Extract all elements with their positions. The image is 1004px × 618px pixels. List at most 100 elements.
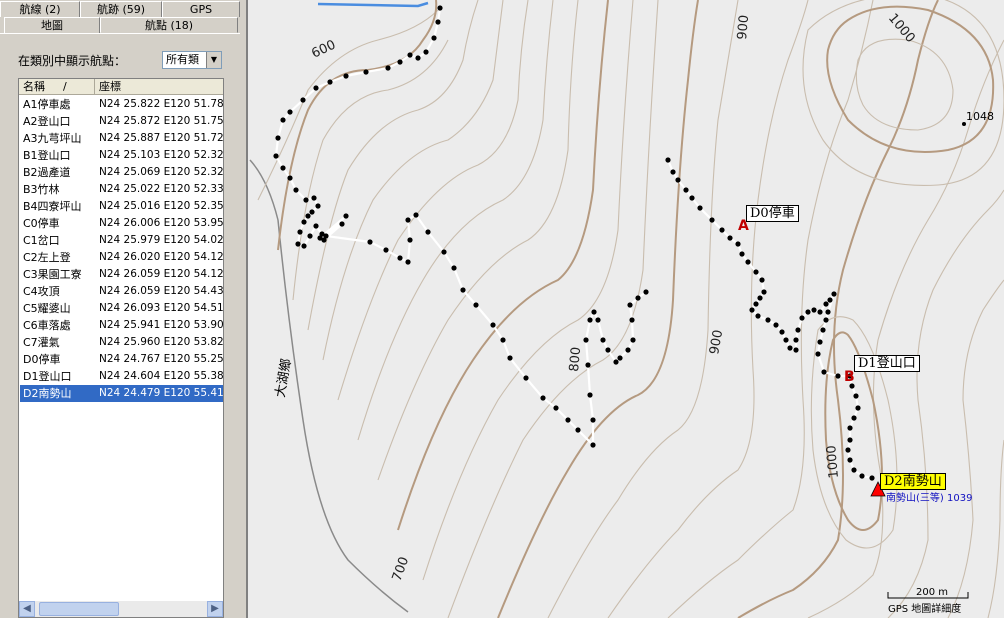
waypoint-name: C5耀婆山 xyxy=(23,302,71,315)
list-item[interactable]: C0停車 N24 26.006 E120 53.950 xyxy=(20,215,223,232)
tab-waypoints[interactable]: 航點 (18) xyxy=(100,17,238,33)
list-item[interactable]: C5耀婆山 N24 26.093 E120 54.510 xyxy=(20,300,223,317)
tab-divider xyxy=(0,33,240,34)
column-coordinate[interactable]: 座標 xyxy=(95,79,223,94)
track-point xyxy=(565,417,571,423)
waypoint-marker-b[interactable]: B xyxy=(844,369,855,385)
track-point xyxy=(591,309,597,315)
waypoint-coordinate: N24 24.604 E120 55.386 xyxy=(99,370,224,382)
track-point xyxy=(343,73,349,79)
track-point xyxy=(753,301,759,307)
waypoint-name: C4攻頂 xyxy=(23,285,60,298)
list-item[interactable]: C2左上登 N24 26.020 E120 54.127 xyxy=(20,249,223,266)
track-point xyxy=(820,327,826,333)
list-item[interactable]: C6車落處 N24 25.941 E120 53.908 xyxy=(20,317,223,334)
waypoint-list[interactable]: 名稱 / 座標 A1停車處 N24 25.822 E120 51.784 A2登山口… xyxy=(18,78,224,618)
horizontal-scrollbar[interactable]: ◀ ▶ xyxy=(19,601,223,617)
track-point xyxy=(415,55,421,61)
track-point xyxy=(587,392,593,398)
waypoint-label-d1[interactable]: D1登山口 xyxy=(854,355,920,372)
scroll-right-icon[interactable]: ▶ xyxy=(207,601,223,617)
tab-routes[interactable]: 航線 (2) xyxy=(0,1,80,17)
track-point xyxy=(367,239,373,245)
scroll-thumb[interactable] xyxy=(39,602,119,616)
scroll-left-icon[interactable]: ◀ xyxy=(19,601,35,617)
track-point xyxy=(709,217,715,223)
track-point xyxy=(553,405,559,411)
track-point xyxy=(540,395,546,401)
track-point xyxy=(675,177,681,183)
list-item[interactable]: D0停車 N24 24.767 E120 55.258 xyxy=(20,351,223,368)
track-point xyxy=(825,309,831,315)
list-item[interactable]: B2過產道 N24 25.069 E120 52.322 xyxy=(20,164,223,181)
list-item[interactable]: C1岔口 N24 25.979 E120 54.026 xyxy=(20,232,223,249)
list-item[interactable]: B4四寮坪山 N24 25.016 E120 52.350 xyxy=(20,198,223,215)
track-point xyxy=(697,205,703,211)
track-point xyxy=(307,233,313,239)
track-point xyxy=(815,351,821,357)
list-item[interactable]: B1登山口 N24 25.103 E120 52.326 xyxy=(20,147,223,164)
list-item[interactable]: D1登山口 N24 24.604 E120 55.386 xyxy=(20,368,223,385)
track-point xyxy=(305,213,311,219)
track-point xyxy=(523,375,529,381)
waypoint-label-d0[interactable]: D0停車 xyxy=(746,205,799,222)
track-point xyxy=(323,233,329,239)
track-point xyxy=(787,345,793,351)
track-point xyxy=(363,69,369,75)
elevation-label: 700 xyxy=(390,555,413,583)
list-item[interactable]: A3九芎坪山 N24 25.887 E120 51.728 xyxy=(20,130,223,147)
list-item[interactable]: A2登山口 N24 25.872 E120 51.753 xyxy=(20,113,223,130)
tab-tracks[interactable]: 航跡 (59) xyxy=(80,1,162,17)
tab-map[interactable]: 地圖 xyxy=(4,17,100,33)
track-point xyxy=(859,473,865,479)
waypoint-name: C1岔口 xyxy=(23,234,60,247)
track-point xyxy=(643,289,649,295)
topo-map[interactable]: 600 700 800 900 900 1000 1000 1048 大湖鄉 D… xyxy=(246,0,1004,618)
track-point xyxy=(407,52,413,58)
list-header: 名稱 / 座標 xyxy=(19,79,223,95)
track-point xyxy=(753,269,759,275)
track-point xyxy=(795,327,801,333)
waypoint-coordinate: N24 25.887 E120 51.728 xyxy=(99,132,224,144)
list-item[interactable]: A1停車處 N24 25.822 E120 51.784 xyxy=(20,96,223,113)
list-item[interactable]: C4攻頂 N24 26.059 E120 54.432 xyxy=(20,283,223,300)
peak-name-label: 南勢山(三等) 1039 xyxy=(886,493,973,504)
chevron-down-icon[interactable]: ▼ xyxy=(206,52,221,68)
list-item[interactable]: B3竹林 N24 25.022 E120 52.330 xyxy=(20,181,223,198)
map-canvas[interactable]: 600 700 800 900 900 1000 1000 1048 大湖鄉 xyxy=(248,0,1004,618)
track-point xyxy=(385,65,391,71)
track-point xyxy=(670,169,676,175)
column-name[interactable]: 名稱 / xyxy=(19,79,95,94)
road-line xyxy=(249,159,409,613)
track-point xyxy=(635,295,641,301)
track-point xyxy=(783,337,789,343)
track-point xyxy=(595,317,601,323)
list-item[interactable]: D2南勢山 N24 24.479 E120 55.418 xyxy=(20,385,223,402)
waypoint-coordinate: N24 24.479 E120 55.418 xyxy=(99,387,224,399)
track-point xyxy=(423,49,429,55)
waypoint-name: C2左上登 xyxy=(23,251,71,264)
waypoint-marker-a[interactable]: A xyxy=(738,218,749,234)
track-point xyxy=(600,337,606,343)
track-point xyxy=(343,213,349,219)
track-point xyxy=(397,59,403,65)
waypoint-name: C3果園工寮 xyxy=(23,268,82,281)
track-point xyxy=(587,317,593,323)
track-point xyxy=(835,373,841,379)
list-item[interactable]: C7灌氣 N24 25.960 E120 53.828 xyxy=(20,334,223,351)
list-item[interactable]: C3果園工寮 N24 26.059 E120 54.122 xyxy=(20,266,223,283)
waypoint-coordinate: N24 25.941 E120 53.908 xyxy=(99,319,224,331)
track-point xyxy=(383,247,389,253)
waypoint-name: B1登山口 xyxy=(23,149,71,162)
track-point xyxy=(821,369,827,375)
category-select-value: 所有類 xyxy=(166,53,199,66)
track-point xyxy=(869,475,875,481)
track-point xyxy=(811,307,817,313)
tab-gps[interactable]: GPS xyxy=(162,1,240,17)
waypoint-label-d2[interactable]: D2南勢山 xyxy=(880,473,946,490)
category-select[interactable]: 所有類 ▼ xyxy=(162,51,222,69)
track-point xyxy=(855,405,861,411)
track-point xyxy=(397,255,403,261)
track-point xyxy=(761,289,767,295)
waypoint-coordinate: N24 26.093 E120 54.510 xyxy=(99,302,224,314)
